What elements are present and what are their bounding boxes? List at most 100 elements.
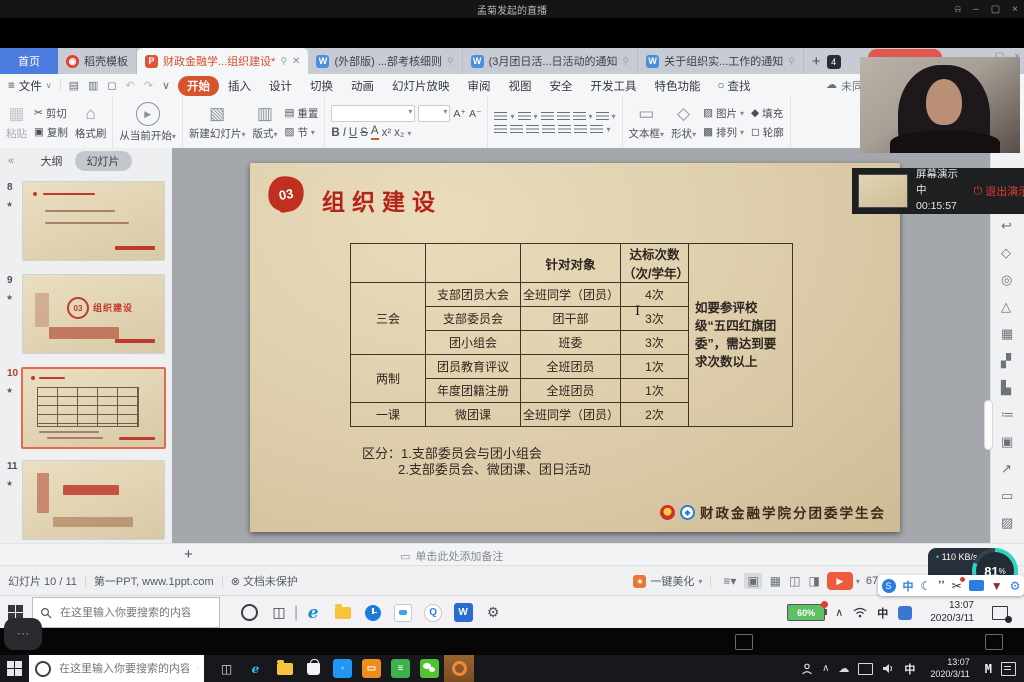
video-app-icon[interactable]: ≡ — [386, 659, 415, 678]
textbox-button[interactable]: ▭ 文本框▾ — [629, 104, 665, 141]
skin-shirt-icon[interactable]: ▼ — [991, 579, 1003, 593]
local-search-box[interactable] — [29, 655, 204, 682]
bold-button[interactable]: B — [331, 127, 339, 139]
cortana-icon[interactable] — [234, 604, 264, 621]
cloud-icon[interactable]: ☁ — [838, 662, 849, 675]
slide-table[interactable]: 针对对象 达标次数 （次/学年） 如要参评校级“五四红旗团委”，需达到要求次数以… — [350, 243, 793, 427]
slide-thumbnail-8[interactable] — [22, 181, 165, 261]
edge-icon[interactable]: e — [241, 662, 270, 676]
align-left-icon[interactable] — [494, 125, 507, 134]
new-slide-button[interactable]: ▧ 新建幻灯片▾ — [189, 104, 246, 141]
play-from-current-button[interactable]: ▶ 从当前开始▾ — [119, 102, 176, 143]
shapes-button[interactable]: ◇ 形状▾ — [671, 104, 696, 141]
voice-icon[interactable]: ❜❜ — [938, 580, 944, 591]
copy-button[interactable]: ▣复制 — [34, 125, 68, 140]
subscript-button[interactable]: x₂ — [394, 127, 404, 139]
menu-transition[interactable]: 切换 — [301, 76, 342, 96]
file-explorer-icon[interactable] — [270, 663, 299, 675]
ime-settings-icon[interactable]: ⚙ — [1010, 579, 1021, 593]
sticker-icon[interactable]: ◎ — [1001, 272, 1012, 288]
tab-count-badge[interactable]: 4 — [827, 55, 841, 69]
grid-view-icon[interactable]: ▦ — [770, 574, 781, 588]
wechat-icon[interactable] — [415, 659, 444, 678]
line-spacing-icon[interactable] — [573, 112, 586, 121]
picture-button[interactable]: ▨图片▾ — [703, 106, 744, 121]
cut-button[interactable]: ✂剪切 — [34, 106, 68, 121]
font-enlarge-icon[interactable]: A⁺ — [453, 108, 466, 120]
tab-docer[interactable]: ◉ 稻壳模板 — [58, 48, 137, 74]
notification-app-icon[interactable] — [898, 606, 912, 620]
collapse-panel-icon[interactable]: « — [8, 155, 14, 167]
format-painter-button[interactable]: ⌂ 格式刷 — [75, 104, 107, 141]
tab-document-active[interactable]: P 财政金融学...组织建设* ⚲ ✕ — [137, 48, 308, 74]
tab-slides[interactable]: 幻灯片 — [75, 151, 132, 171]
reset-button[interactable]: ▤重置 — [284, 106, 318, 121]
new-tab-button[interactable]: + — [812, 53, 821, 70]
strike-button[interactable]: S — [360, 127, 368, 139]
align-right-icon[interactable] — [526, 125, 539, 134]
menu-animation[interactable]: 动画 — [342, 76, 383, 96]
indent-decrease-icon[interactable] — [541, 112, 554, 121]
comment-icon[interactable]: ↩ — [1001, 218, 1012, 234]
normal-view-icon[interactable]: ▣ — [744, 573, 761, 589]
slide-thumbnail-10-selected[interactable] — [21, 367, 166, 449]
wifi-icon[interactable] — [853, 607, 867, 618]
sogou-logo-icon[interactable]: S — [882, 579, 896, 593]
slides-copy-icon[interactable]: ▣ — [1001, 434, 1013, 450]
paragraph-more-icon[interactable] — [590, 125, 603, 134]
reading-view-icon[interactable]: ◨ — [808, 574, 819, 588]
paste-button[interactable]: ▦ 粘贴 — [6, 104, 27, 141]
touch-keyboard-icon[interactable] — [858, 663, 873, 675]
share-icon[interactable]: ↗ — [1001, 461, 1012, 477]
menu-review[interactable]: 审阅 — [459, 76, 500, 96]
menu-design[interactable]: 设计 — [260, 76, 301, 96]
text-direction-icon[interactable] — [596, 112, 609, 121]
tab-home[interactable]: 首页 — [0, 48, 58, 74]
underline-button[interactable]: U — [349, 127, 357, 139]
redo-icon[interactable]: ↷ — [144, 79, 153, 92]
justify-icon[interactable] — [542, 125, 555, 134]
slide-10[interactable]: 03 组织建设 针对对象 达标次数 （次/学年） 如要参评校级“五四红旗团委”，… — [250, 163, 900, 532]
remote-search-box[interactable] — [32, 597, 220, 628]
pin-icon[interactable]: ⚲ — [788, 56, 795, 67]
adjust-icon[interactable]: ≔ — [1001, 407, 1014, 423]
canvas-scrollbar[interactable] — [984, 400, 993, 450]
italic-button[interactable]: I — [343, 127, 346, 139]
tab-document-2[interactable]: W (外部版) ...部考核细则 ⚲ — [308, 48, 462, 74]
print-icon[interactable]: ▥ — [88, 79, 98, 92]
share-preview-thumbnail[interactable] — [858, 174, 908, 208]
chat-app-icon[interactable]: Q — [418, 604, 448, 622]
remote-search-input[interactable] — [58, 606, 192, 620]
hidden-icons-chevron[interactable]: ∧ — [822, 663, 829, 674]
outline-button[interactable]: ◻轮廓 — [751, 125, 784, 140]
font-size-input[interactable] — [418, 105, 450, 122]
distribute-icon[interactable] — [558, 125, 571, 134]
photos-app-icon[interactable] — [388, 604, 418, 622]
align-center-icon[interactable] — [510, 125, 523, 134]
dict-app-icon[interactable]: ▭ — [357, 659, 386, 678]
more-options-float-button[interactable]: ⋯ — [4, 618, 42, 650]
ime-mode-icon[interactable]: 中 — [903, 578, 914, 594]
keyboard-icon[interactable] — [969, 580, 984, 591]
pin-icon[interactable]: ⚲ — [623, 56, 630, 67]
settings-gear-icon[interactable]: ⚙ — [478, 604, 508, 621]
image-panel-icon[interactable]: ▨ — [1001, 515, 1013, 531]
moon-icon[interactable]: ☾ — [921, 579, 932, 593]
file-menu[interactable]: ≡ 文件 ∨ — [0, 78, 60, 94]
minimize-icon[interactable]: – — [973, 4, 979, 15]
task-view-icon[interactable]: ◫ — [264, 604, 294, 621]
arrange-button[interactable]: ▩排列▾ — [703, 125, 744, 140]
slide-thumbnail-11[interactable] — [22, 460, 165, 540]
fill-button[interactable]: ◆填充 — [751, 106, 784, 121]
font-shrink-icon[interactable]: A⁻ — [469, 108, 482, 120]
menu-home[interactable]: 开始 — [178, 76, 219, 96]
menu-devtools[interactable]: 开发工具 — [582, 76, 646, 96]
start-button[interactable] — [0, 661, 29, 676]
webcam-video[interactable] — [860, 57, 1020, 153]
edge-icon[interactable]: e — [298, 603, 328, 623]
indent-increase-icon[interactable] — [557, 112, 570, 121]
screenshot-scissors-icon[interactable]: ✂ — [952, 579, 962, 593]
people-icon[interactable] — [801, 663, 813, 675]
hidden-icons-chevron[interactable]: ∧ — [835, 606, 843, 619]
task-view-icon[interactable]: ◫ — [212, 662, 241, 676]
